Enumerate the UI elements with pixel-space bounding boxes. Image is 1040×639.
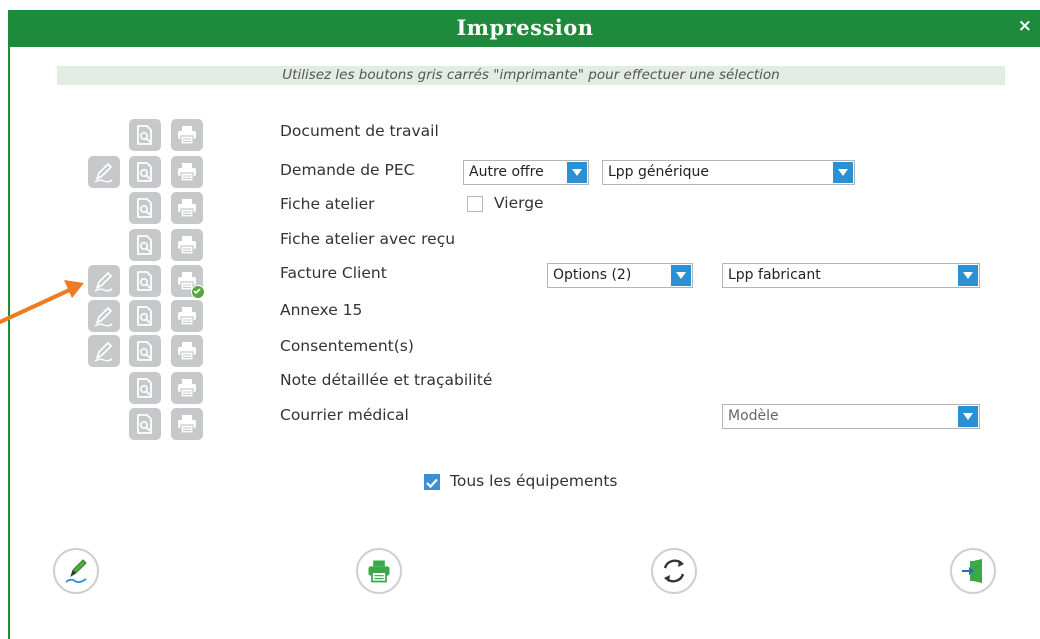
sign-icon [94, 342, 113, 362]
print-button[interactable] [356, 548, 402, 594]
printer-button-demande-de-pec[interactable] [171, 156, 203, 188]
chevron-down-icon [671, 265, 691, 286]
sign-button-demande-de-pec[interactable] [88, 156, 120, 188]
sign-button[interactable] [53, 548, 99, 594]
sign-icon [94, 163, 113, 183]
sign-pen-icon [65, 559, 87, 584]
print-icon [368, 560, 390, 583]
courrier-model-select[interactable]: Modèle [722, 404, 980, 429]
pec-lpp-select[interactable]: Lpp générique [602, 160, 855, 185]
printer-button-annexe-15[interactable] [171, 300, 203, 332]
row-label-demande-de-pec: Demande de PEC [280, 161, 415, 179]
facture-options-value: Options (2) [553, 267, 632, 283]
preview-button-facture-client[interactable] [129, 265, 161, 297]
preview-button-consentement-s[interactable] [129, 335, 161, 367]
checkmark-icon [426, 478, 438, 489]
facture-options-select[interactable]: Options (2) [547, 263, 693, 288]
dialog-title: Impression [456, 15, 594, 40]
printer-button-facture-client[interactable] [171, 265, 205, 299]
exit-button[interactable] [950, 548, 996, 594]
printer-button-courrier-medical[interactable] [171, 408, 203, 440]
row-label-courrier-medical: Courrier médical [280, 406, 409, 424]
preview-button-note-detaillee-et-tracabilite[interactable] [129, 372, 161, 404]
printer-icon [177, 306, 197, 326]
close-icon[interactable]: × [1018, 18, 1032, 35]
preview-icon [137, 341, 152, 361]
pec-offer-value: Autre offre [469, 164, 544, 180]
printer-button-note-detaillee-et-tracabilite[interactable] [171, 372, 203, 404]
printer-icon [177, 125, 197, 145]
preview-icon [137, 198, 152, 218]
row-label-annexe-15: Annexe 15 [280, 301, 363, 319]
exit-icon [962, 559, 982, 583]
instruction-hint: Utilisez les boutons gris carrés "imprim… [57, 66, 1005, 85]
chevron-down-icon [958, 406, 978, 427]
preview-icon [137, 306, 152, 326]
vierge-checkbox[interactable] [467, 196, 483, 212]
all-equipments-label: Tous les équipements [450, 472, 618, 490]
refresh-button[interactable] [651, 548, 697, 594]
preview-icon [137, 378, 152, 398]
preview-button-fiche-atelier-avec-recu[interactable] [129, 229, 161, 261]
vierge-label: Vierge [494, 194, 544, 212]
all-equipments-checkbox[interactable] [424, 474, 440, 490]
printer-icon [177, 378, 197, 398]
sign-button-annexe-15[interactable] [88, 300, 120, 332]
annotation-arrow [0, 280, 84, 324]
row-label-fiche-atelier: Fiche atelier [280, 195, 375, 213]
row-label-document-de-travail: Document de travail [280, 122, 439, 140]
facture-lpp-value: Lpp fabricant [728, 267, 821, 283]
printer-button-fiche-atelier[interactable] [171, 192, 203, 224]
pec-lpp-value: Lpp générique [608, 164, 710, 180]
preview-button-fiche-atelier[interactable] [129, 192, 161, 224]
preview-button-annexe-15[interactable] [129, 300, 161, 332]
preview-button-demande-de-pec[interactable] [129, 156, 161, 188]
preview-icon [137, 271, 152, 291]
facture-lpp-select[interactable]: Lpp fabricant [722, 263, 980, 288]
pec-offer-select[interactable]: Autre offre [463, 160, 589, 185]
printer-icon [177, 235, 197, 255]
preview-icon [137, 235, 152, 255]
preview-icon [137, 414, 152, 434]
row-label-note-detaillee: Note détaillée et traçabilité [280, 371, 493, 389]
print-dialog: Impression × Utilisez les boutons gris c… [8, 10, 1040, 639]
printer-button-consentement-s[interactable] [171, 335, 203, 367]
preview-icon [137, 125, 152, 145]
chevron-down-icon [833, 162, 853, 183]
row-label-fiche-atelier-avec-recu: Fiche atelier avec reçu [280, 230, 456, 248]
sign-button-consentement-s[interactable] [88, 335, 120, 367]
sign-icon [94, 272, 113, 292]
printer-icon [177, 341, 197, 361]
chevron-down-icon [567, 162, 587, 183]
title-bar: Impression × [10, 10, 1040, 47]
courrier-model-value: Modèle [728, 408, 779, 424]
sign-icon [94, 307, 113, 327]
printer-button-document-de-travail[interactable] [171, 119, 203, 151]
row-label-consentements: Consentement(s) [280, 337, 414, 355]
printer-icon [177, 162, 197, 182]
printer-icon [177, 414, 197, 434]
selected-check-icon [191, 285, 205, 299]
sign-button-facture-client[interactable] [88, 265, 120, 297]
printer-icon [177, 198, 197, 218]
preview-button-document-de-travail[interactable] [129, 119, 161, 151]
row-label-facture-client: Facture Client [280, 264, 387, 282]
preview-button-courrier-medical[interactable] [129, 408, 161, 440]
preview-icon [137, 162, 152, 182]
chevron-down-icon [958, 265, 978, 286]
refresh-icon [663, 559, 685, 583]
printer-button-fiche-atelier-avec-recu[interactable] [171, 229, 203, 261]
